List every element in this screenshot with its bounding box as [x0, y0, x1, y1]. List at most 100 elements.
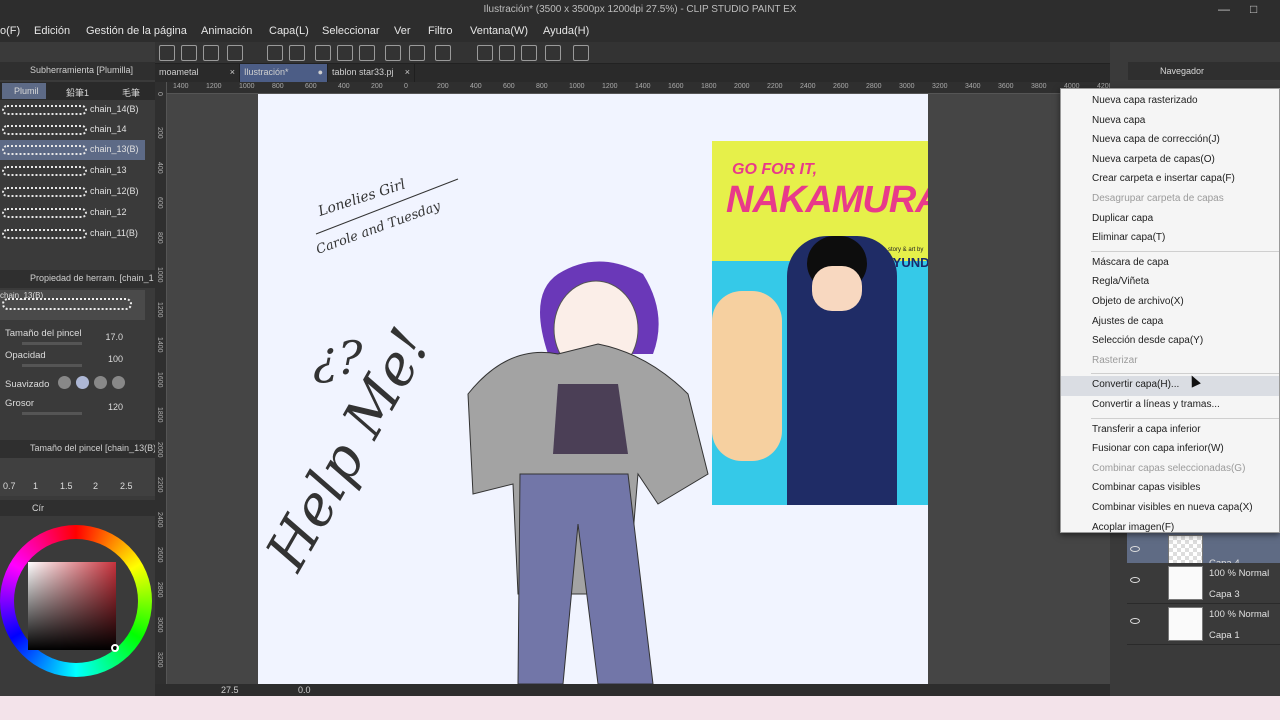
- tab-plumilla[interactable]: Plumil: [2, 83, 46, 99]
- smoothing-option-icon[interactable]: [76, 376, 89, 389]
- context-menu-item[interactable]: Duplicar capa: [1061, 210, 1279, 230]
- context-menu-item[interactable]: Eliminar capa(T): [1061, 229, 1279, 249]
- brush-item[interactable]: chain_12(B): [0, 182, 145, 202]
- size-preset[interactable]: 2: [93, 481, 98, 491]
- menu-seleccionar[interactable]: Seleccionar: [322, 25, 379, 37]
- pen-tool2-icon[interactable]: [499, 45, 515, 61]
- cover-left-figures: [712, 291, 782, 461]
- context-menu-item[interactable]: Nueva carpeta de capas(O): [1061, 151, 1279, 171]
- tab-brush[interactable]: 毛筆: [106, 86, 140, 99]
- context-menu-item[interactable]: Transferir a capa inferior: [1061, 421, 1279, 441]
- eye-icon[interactable]: [1130, 618, 1140, 624]
- open-icon[interactable]: [181, 45, 197, 61]
- smoothing-option-icon[interactable]: [94, 376, 107, 389]
- menu-pagina[interactable]: Gestión de la página: [86, 25, 187, 37]
- menu-edicion[interactable]: Edición: [34, 25, 70, 37]
- undo-icon[interactable]: [267, 45, 283, 61]
- context-menu-item[interactable]: Combinar visibles en nueva capa(X): [1061, 499, 1279, 519]
- context-menu-item[interactable]: Nueva capa rasterizado: [1061, 92, 1279, 112]
- menu-ayuda[interactable]: Ayuda(H): [543, 25, 589, 37]
- context-menu-item[interactable]: Máscara de capa: [1061, 254, 1279, 274]
- context-menu-item[interactable]: Objeto de archivo(X): [1061, 293, 1279, 313]
- deselect-icon[interactable]: [385, 45, 401, 61]
- tab-pencil[interactable]: 鉛筆1: [50, 86, 89, 99]
- pen-tool-icon[interactable]: [477, 45, 493, 61]
- layer-row[interactable]: 100 % Normal Capa 1: [1127, 604, 1280, 645]
- brush-tool-icon[interactable]: [521, 45, 537, 61]
- settings-icon[interactable]: [573, 45, 589, 61]
- context-menu-item[interactable]: Combinar capas visibles: [1061, 479, 1279, 499]
- close-icon[interactable]: ×: [405, 67, 410, 77]
- invert-selection-icon[interactable]: [435, 45, 451, 61]
- opacity-value[interactable]: 100: [108, 354, 123, 364]
- opacity-row[interactable]: Opacidad 100: [0, 350, 145, 372]
- brush-item[interactable]: chain_12: [0, 203, 145, 223]
- context-menu-item[interactable]: Ajustes de capa: [1061, 313, 1279, 333]
- close-icon[interactable]: ×: [230, 67, 235, 77]
- minimize-button[interactable]: —: [1218, 2, 1230, 16]
- brush-item[interactable]: chain_14: [0, 120, 145, 140]
- crop-icon[interactable]: [409, 45, 425, 61]
- saturation-value-square[interactable]: [28, 562, 116, 650]
- smoothing-row[interactable]: Suavizado: [0, 374, 145, 396]
- tab-color-circle[interactable]: Cír: [32, 503, 44, 513]
- ruler-tool-icon[interactable]: [545, 45, 561, 61]
- brush-size-slider[interactable]: [22, 342, 82, 345]
- context-menu-item[interactable]: Crear carpeta e insertar capa(F): [1061, 170, 1279, 190]
- context-menu-item[interactable]: Selección desde capa(Y): [1061, 332, 1279, 352]
- brush-item-selected[interactable]: chain_13(B): [0, 140, 145, 160]
- context-menu-item[interactable]: Regla/Viñeta: [1061, 273, 1279, 293]
- ruler-tick-label: 200: [371, 83, 383, 90]
- menu-ver[interactable]: Ver: [394, 25, 411, 37]
- new-file-icon[interactable]: [159, 45, 175, 61]
- menu-ventana[interactable]: Ventana(W): [470, 25, 528, 37]
- export-icon[interactable]: [227, 45, 243, 61]
- document-tabs: moametal × Ilustración* ● tablon star33.…: [155, 64, 1110, 82]
- size-preset[interactable]: 2.5: [120, 481, 133, 491]
- size-preset[interactable]: 1: [33, 481, 38, 491]
- thickness-value[interactable]: 120: [108, 402, 123, 412]
- rotation-value[interactable]: 0.0: [298, 685, 311, 695]
- menu-filtro[interactable]: Filtro: [428, 25, 452, 37]
- menu-archivo[interactable]: o(F): [0, 25, 20, 37]
- color-picker-handle[interactable]: [111, 644, 119, 652]
- opacity-slider[interactable]: [22, 364, 82, 367]
- tab-moametal[interactable]: moametal ×: [155, 64, 240, 82]
- fill-icon[interactable]: [337, 45, 353, 61]
- brush-item[interactable]: chain_11(B): [0, 224, 145, 244]
- tool-property-header: Propiedad de herram. [chain_1: [0, 270, 155, 288]
- maximize-button[interactable]: □: [1250, 2, 1257, 16]
- context-menu-item[interactable]: Fusionar con capa inferior(W): [1061, 440, 1279, 460]
- tab-tablon[interactable]: tablon star33.pj ×: [328, 64, 415, 82]
- zoom-value[interactable]: 27.5: [221, 685, 239, 695]
- brush-size-row[interactable]: Tamaño del pincel 17.0: [0, 328, 145, 350]
- brush-item[interactable]: chain_14(B): [0, 100, 145, 120]
- smoothing-label: Suavizado: [5, 379, 50, 390]
- menu-animacion[interactable]: Animación: [201, 25, 252, 37]
- brush-item[interactable]: chain_13: [0, 161, 145, 181]
- size-preset[interactable]: 0.7: [3, 481, 16, 491]
- context-menu-item[interactable]: Acoplar imagen(F): [1061, 519, 1279, 539]
- save-icon[interactable]: [203, 45, 219, 61]
- context-menu-item[interactable]: Nueva capa: [1061, 112, 1279, 132]
- eye-icon[interactable]: [1130, 546, 1140, 552]
- eye-icon[interactable]: [1130, 577, 1140, 583]
- smoothing-option-icon[interactable]: [58, 376, 71, 389]
- redo-icon[interactable]: [289, 45, 305, 61]
- transform-icon[interactable]: [359, 45, 375, 61]
- brush-size-value[interactable]: 17.0: [105, 332, 123, 342]
- size-preset[interactable]: 1.5: [60, 481, 73, 491]
- context-menu-item[interactable]: Nueva capa de corrección(J): [1061, 131, 1279, 151]
- menu-capa[interactable]: Capa(L): [269, 25, 309, 37]
- thickness-slider[interactable]: [22, 412, 82, 415]
- layer-row[interactable]: 100 % Normal Capa 3: [1127, 563, 1280, 604]
- context-menu-item[interactable]: Convertir capa(H)...: [1061, 376, 1279, 396]
- context-menu-item[interactable]: Convertir a líneas y tramas...: [1061, 396, 1279, 416]
- thickness-row[interactable]: Grosor 120: [0, 398, 145, 420]
- modified-dot-icon[interactable]: ●: [318, 67, 323, 77]
- loading-icon[interactable]: [315, 45, 331, 61]
- tab-ilustracion[interactable]: Ilustración* ●: [240, 64, 328, 82]
- smoothing-option-icon[interactable]: [112, 376, 125, 389]
- ruler-tick-label: 3000: [899, 83, 915, 90]
- navigator-label[interactable]: Navegador: [1160, 66, 1204, 76]
